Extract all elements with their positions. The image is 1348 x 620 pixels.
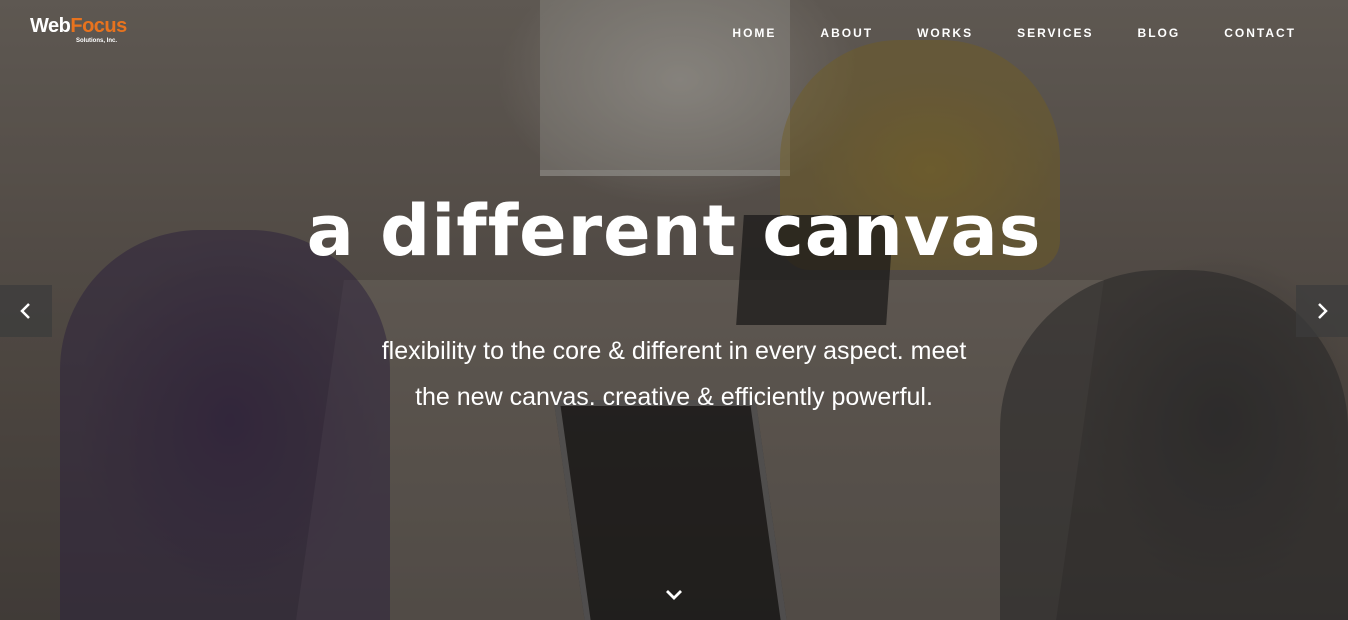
nav-contact[interactable]: CONTACT	[1224, 26, 1296, 40]
logo-focus-text: Focus	[70, 15, 127, 37]
chevron-down-icon	[666, 590, 682, 600]
hero-subtext: flexibility to the core & different in e…	[0, 328, 1348, 420]
hero-subtext-line-1: flexibility to the core & different in e…	[381, 337, 967, 365]
nav-blog[interactable]: BLOG	[1138, 26, 1181, 40]
nav-services[interactable]: SERVICES	[1017, 26, 1093, 40]
scroll-down-button[interactable]	[663, 584, 685, 606]
hero-overlay	[0, 0, 1348, 620]
nav-home[interactable]: HOME	[732, 26, 776, 40]
site-logo[interactable]: WebFocus Solutions, Inc.	[30, 15, 127, 44]
chevron-left-icon	[20, 303, 30, 319]
logo-web-text: Web	[30, 15, 71, 37]
hero-subtext-line-2: the new canvas. creative & efficiently p…	[415, 383, 933, 411]
logo-wordmark: WebFocus	[30, 15, 127, 37]
nav-about[interactable]: ABOUT	[820, 26, 873, 40]
nav-works[interactable]: WORKS	[917, 26, 973, 40]
chevron-right-icon	[1318, 303, 1328, 319]
hero-slider: WebFocus Solutions, Inc. HOME ABOUT WORK…	[0, 0, 1348, 620]
main-nav: HOME ABOUT WORKS SERVICES BLOG CONTACT	[688, 26, 1296, 40]
hero-headline: a different canvas	[306, 190, 1042, 272]
logo-tagline: Solutions, Inc.	[76, 38, 118, 44]
